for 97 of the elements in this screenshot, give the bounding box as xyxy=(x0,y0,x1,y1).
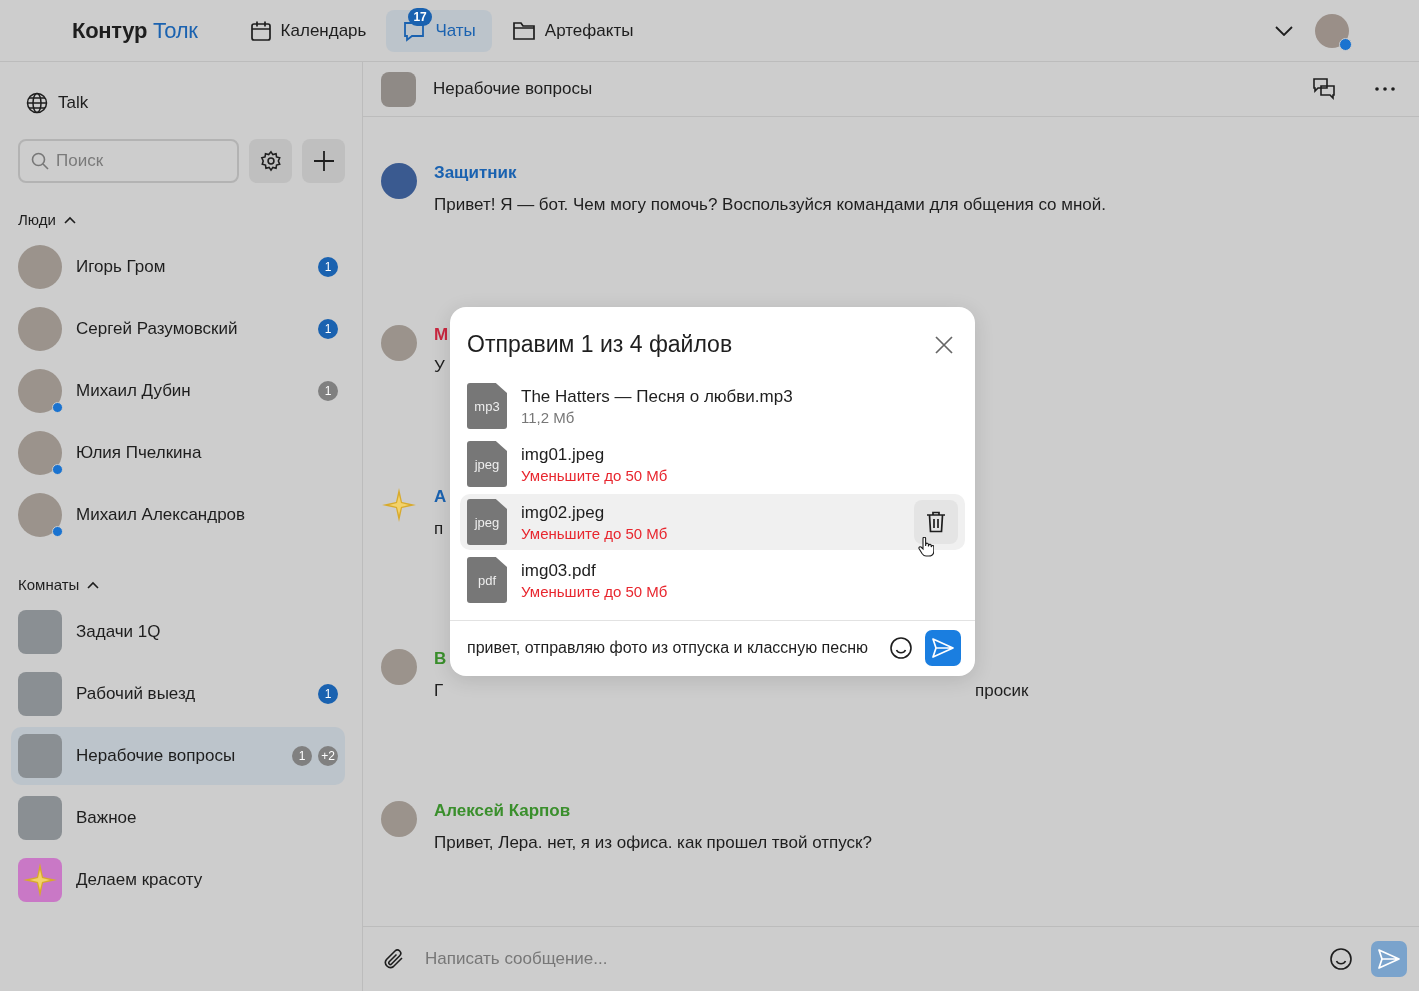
send-button[interactable] xyxy=(1371,941,1407,977)
settings-button[interactable] xyxy=(249,139,292,183)
section-header[interactable]: Комнаты xyxy=(18,576,345,593)
chevron-down-icon[interactable] xyxy=(1275,25,1293,36)
unread-count-badge: 1 xyxy=(318,257,338,277)
section-header[interactable]: Люди xyxy=(18,211,345,228)
chat-list-item[interactable]: Рабочий выезд 1 xyxy=(11,665,345,723)
message-text: Привет! Я — бот. Чем могу помочь? Воспользуйся командами для общения со мной. xyxy=(434,195,1107,214)
folder-icon xyxy=(511,19,536,42)
file-name: img03.pdf xyxy=(521,560,597,581)
more-icon xyxy=(1375,87,1395,91)
message-text: просик xyxy=(975,681,1029,701)
chat-name: Нерабочие вопросы xyxy=(76,746,237,766)
close-icon xyxy=(935,335,953,354)
smile-icon xyxy=(1329,947,1353,971)
chat-list-item[interactable]: Нерабочие вопросы 1 +2 xyxy=(11,727,345,785)
message-author: В xyxy=(434,649,447,669)
message-input[interactable]: Написать сообщение... xyxy=(423,948,1311,970)
file-row[interactable]: pdf img03.pdf Уменьшите до 50 Мб xyxy=(460,552,965,608)
file-icon: jpeg xyxy=(467,499,507,545)
chat-name: Важное xyxy=(76,808,138,828)
plus-icon xyxy=(312,150,335,172)
unread-count-badge: 17 xyxy=(408,7,432,26)
nav-tab[interactable]: Артефакты xyxy=(495,9,650,52)
file-note: Уменьшите до 50 Мб xyxy=(521,524,669,542)
more-button[interactable] xyxy=(1375,87,1395,91)
chat-name: Сергей Разумовский xyxy=(76,319,239,339)
threads-button[interactable] xyxy=(1312,77,1336,101)
chat-name: Делаем красоту xyxy=(76,870,204,890)
file-row[interactable]: mp3 The Hatters — Песня о любви.mp3 11,2 Мб xyxy=(460,378,965,434)
chevron-icon xyxy=(63,215,76,224)
hand-cursor-icon xyxy=(918,537,934,557)
file-icon: mp3 xyxy=(467,383,507,429)
chat-list-item[interactable]: Важное xyxy=(11,789,345,847)
chat-list-item[interactable]: Сергей Разумовский 1 xyxy=(11,300,345,358)
emoji-button[interactable] xyxy=(889,636,913,660)
close-button[interactable] xyxy=(935,335,953,354)
chat-title: Нерабочие вопросы xyxy=(433,79,594,99)
file-name: img02.jpeg xyxy=(521,502,606,523)
dialog-title: Отправим 1 из 4 файлов xyxy=(467,331,733,358)
photo-placeholder xyxy=(381,71,416,107)
emoji-button[interactable] xyxy=(1329,947,1353,971)
unread-count-badge: 1 xyxy=(318,684,338,704)
nav-tab[interactable]: Календарь xyxy=(233,9,383,52)
settings-icon xyxy=(259,150,282,172)
smile-icon xyxy=(889,636,913,660)
chat-list-item[interactable]: Михаил Дубин 1 xyxy=(11,362,345,420)
file-name: img01.jpeg xyxy=(521,444,606,465)
chat-list-item[interactable]: Игорь Гром 1 xyxy=(11,238,345,296)
file-note: Уменьшите до 50 Мб xyxy=(521,466,669,484)
message-author: Алексей Карпов xyxy=(434,801,572,821)
caption-field[interactable]: привет, отправляю фото из отпуска и классную песню xyxy=(467,637,877,659)
chat-bubbles-icon xyxy=(1312,77,1336,101)
chat-name: Михаил Дубин xyxy=(76,381,192,401)
trash-icon xyxy=(926,511,946,533)
file-name: The Hatters — Песня о любви.mp3 xyxy=(521,386,794,407)
chat-name: Игорь Гром xyxy=(76,257,167,277)
chat-list-item[interactable]: Юлия Пчелкина xyxy=(11,424,345,482)
chat-name: Юлия Пчелкина xyxy=(76,443,203,463)
chevron-icon xyxy=(87,580,100,589)
unread-count-badge: 1 xyxy=(318,319,338,339)
chat-list-item[interactable]: Задачи 1Q xyxy=(11,603,345,661)
globe-icon xyxy=(26,92,48,114)
paperclip-icon xyxy=(383,947,405,971)
attach-button[interactable] xyxy=(383,947,405,971)
add-button[interactable] xyxy=(302,139,345,183)
search-icon xyxy=(31,152,49,170)
send-icon xyxy=(1378,949,1400,969)
unread-count-badge: +2 xyxy=(318,746,338,766)
message-author: А xyxy=(434,487,447,507)
chat-list-item[interactable]: Михаил Александров xyxy=(11,486,345,544)
delete-button[interactable] xyxy=(914,500,958,544)
app-logo: Контур Толк xyxy=(72,17,198,44)
file-note: 11,2 Мб xyxy=(521,408,576,426)
chat-list-item[interactable]: Делаем красоту xyxy=(11,851,345,909)
file-note: Уменьшите до 50 Мб xyxy=(521,582,669,600)
file-icon: jpeg xyxy=(467,441,507,487)
nav-tab[interactable]: 17 Чаты xyxy=(386,9,492,52)
workspace-name: Talk xyxy=(58,93,89,113)
message-text: Г xyxy=(434,681,444,700)
chat-name: Рабочий выезд xyxy=(76,684,197,704)
user-avatar[interactable] xyxy=(1315,13,1349,48)
message-text: п xyxy=(434,519,444,538)
unread-count-badge: 1 xyxy=(292,746,312,766)
chat-name: Задачи 1Q xyxy=(76,622,162,642)
search-field[interactable]: Поиск xyxy=(18,139,239,183)
chat-name: Михаил Александров xyxy=(76,505,247,525)
message-text: У xyxy=(434,357,445,376)
message-author: Защитник xyxy=(434,163,518,183)
message-text: Привет, Лера. нет, я из офиса. как прошел твой отпуск? xyxy=(434,833,872,852)
calendar-icon xyxy=(249,19,272,42)
file-icon: pdf xyxy=(467,557,507,603)
file-row[interactable]: jpeg img01.jpeg Уменьшите до 50 Мб xyxy=(460,436,965,492)
unread-count-badge: 1 xyxy=(318,381,338,401)
send-button[interactable] xyxy=(925,630,961,666)
message-author: М xyxy=(434,325,449,345)
send-icon xyxy=(932,638,954,658)
